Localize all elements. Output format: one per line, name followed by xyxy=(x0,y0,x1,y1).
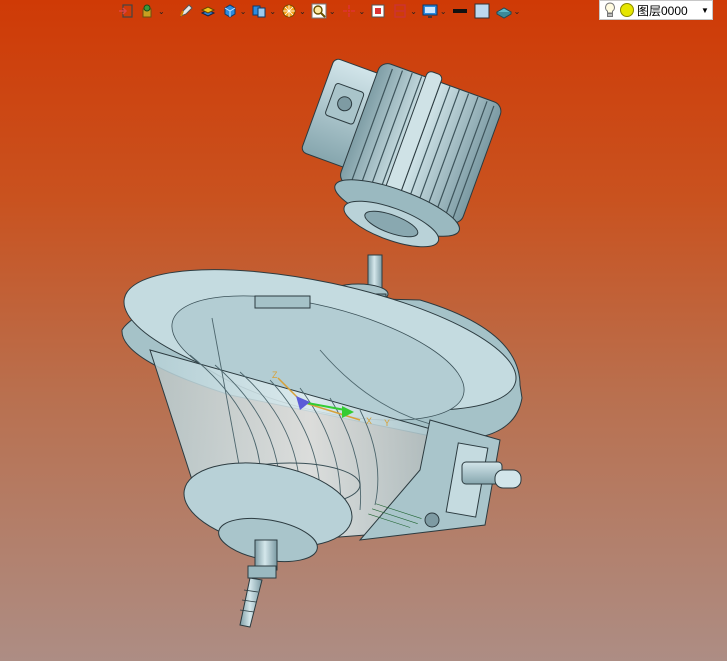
render-mode-button[interactable]: ⌄ xyxy=(279,1,307,21)
pen-icon xyxy=(177,2,195,20)
layer-selector[interactable]: 图层0000 ▼ xyxy=(599,0,713,20)
exit-icon xyxy=(117,2,135,20)
display-icon xyxy=(421,2,439,20)
fill-color-button[interactable] xyxy=(472,1,492,21)
display-button[interactable]: ⌄ xyxy=(420,1,448,21)
section-icon xyxy=(391,2,409,20)
render-mode-icon xyxy=(280,2,298,20)
layer-visibility-icon[interactable] xyxy=(620,3,634,17)
section-button[interactable]: ⌄ xyxy=(390,1,418,21)
line-color-icon xyxy=(451,2,469,20)
chevron-down-icon: ⌄ xyxy=(439,6,447,16)
exit-button[interactable] xyxy=(116,1,136,21)
layers-button[interactable] xyxy=(198,1,218,21)
fill-color-icon xyxy=(473,2,491,20)
assembly-button[interactable]: ⌄ xyxy=(138,1,166,21)
chevron-down-icon: ⌄ xyxy=(328,6,336,16)
axis-y-label: Y xyxy=(384,418,390,428)
plane-icon xyxy=(495,2,513,20)
crosshair-button[interactable]: ⌄ xyxy=(339,1,367,21)
zoom-button[interactable]: ⌄ xyxy=(309,1,337,21)
chevron-down-icon: ⌄ xyxy=(513,6,521,16)
dropdown-arrow-icon[interactable]: ▼ xyxy=(698,6,712,15)
chevron-down-icon: ⌄ xyxy=(239,6,247,16)
electric-motor xyxy=(301,58,502,248)
chevron-down-icon: ⌄ xyxy=(299,6,306,16)
axis-z-label: Z xyxy=(272,370,278,380)
sketch-button[interactable] xyxy=(176,1,196,21)
cube-icon xyxy=(221,2,239,20)
chevron-down-icon: ⌄ xyxy=(269,6,277,16)
layer-name: 图层0000 xyxy=(637,3,688,18)
zoom-icon xyxy=(310,2,328,20)
chevron-down-icon: ⌄ xyxy=(158,6,165,16)
fit-view-icon xyxy=(369,2,387,20)
axis-x-label: X xyxy=(366,416,372,426)
chevron-down-icon: ⌄ xyxy=(358,6,366,16)
chevron-down-icon: ⌄ xyxy=(410,6,417,16)
multi-view-icon xyxy=(250,2,268,20)
fit-view-button[interactable] xyxy=(368,1,388,21)
crosshair-icon xyxy=(340,2,358,20)
assembly-icon xyxy=(139,2,157,20)
layers-icon xyxy=(199,2,217,20)
view-cube-button[interactable]: ⌄ xyxy=(220,1,248,21)
line-color-button[interactable] xyxy=(450,1,470,21)
plane-button[interactable]: ⌄ xyxy=(494,1,522,21)
lightbulb-icon[interactable] xyxy=(604,2,618,18)
multi-view-button[interactable]: ⌄ xyxy=(249,1,277,21)
3d-viewport[interactable]: Z X Y xyxy=(0,22,727,661)
